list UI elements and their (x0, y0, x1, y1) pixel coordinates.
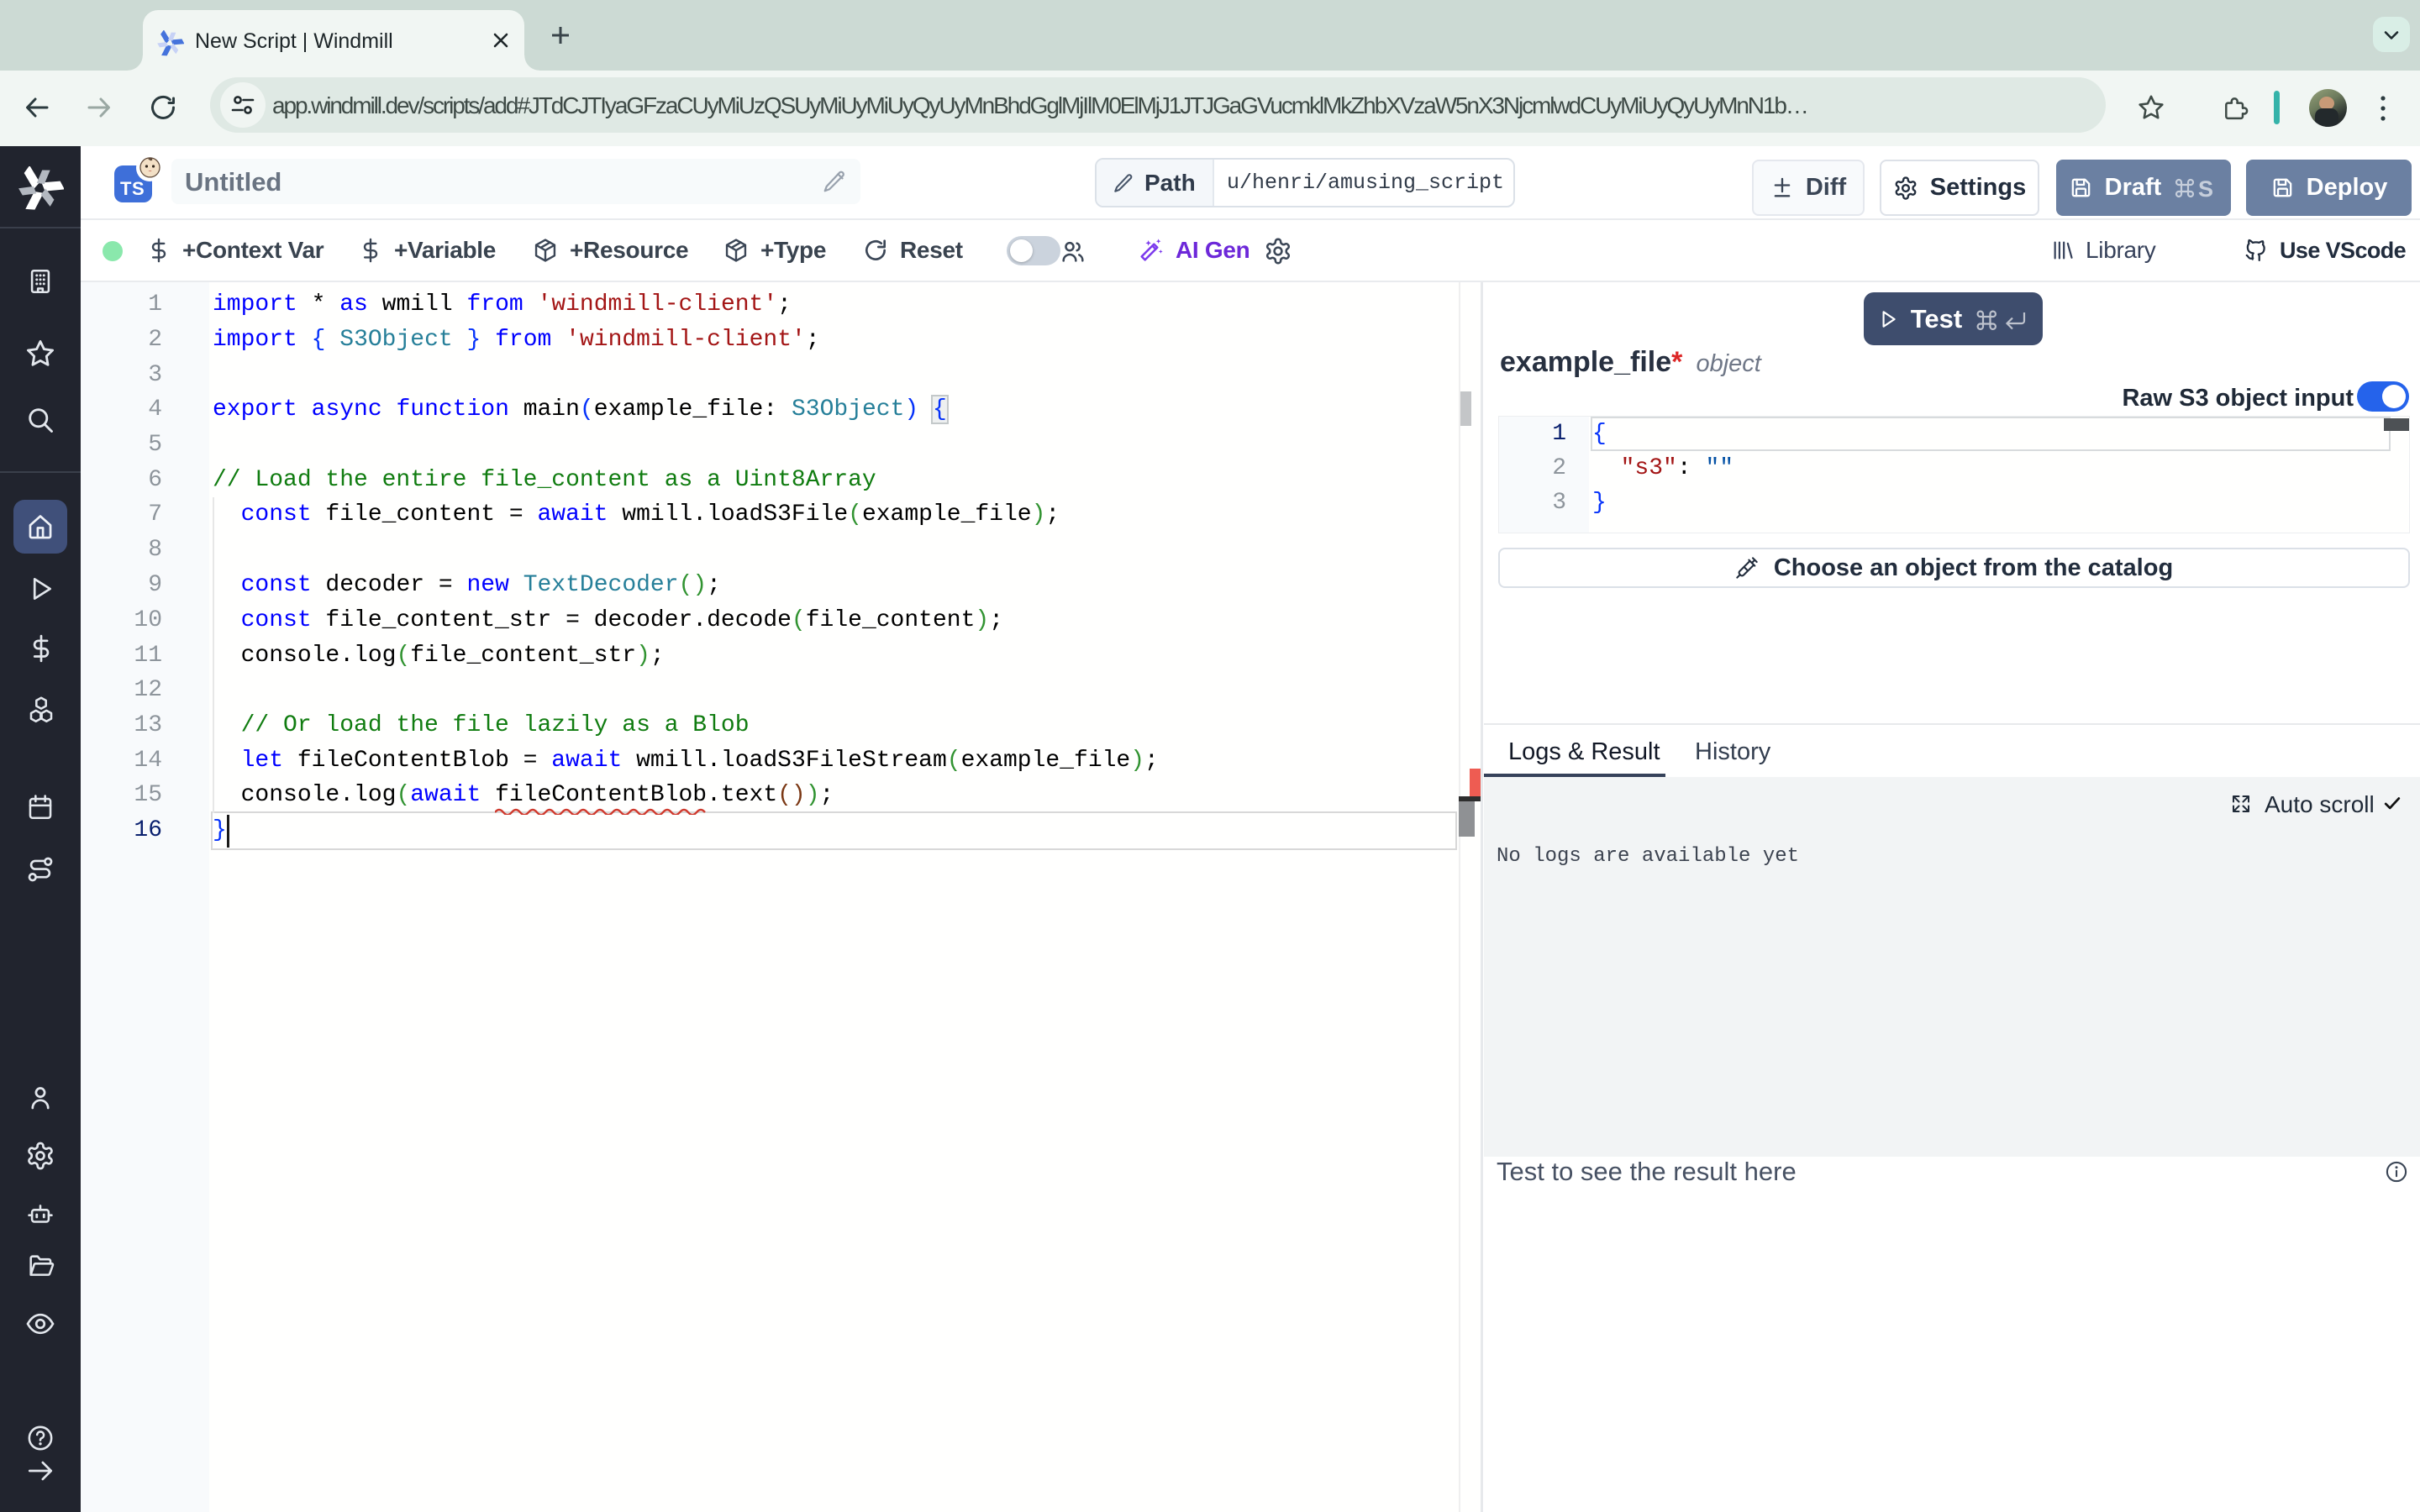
svg-text:S: S (2198, 176, 2213, 200)
